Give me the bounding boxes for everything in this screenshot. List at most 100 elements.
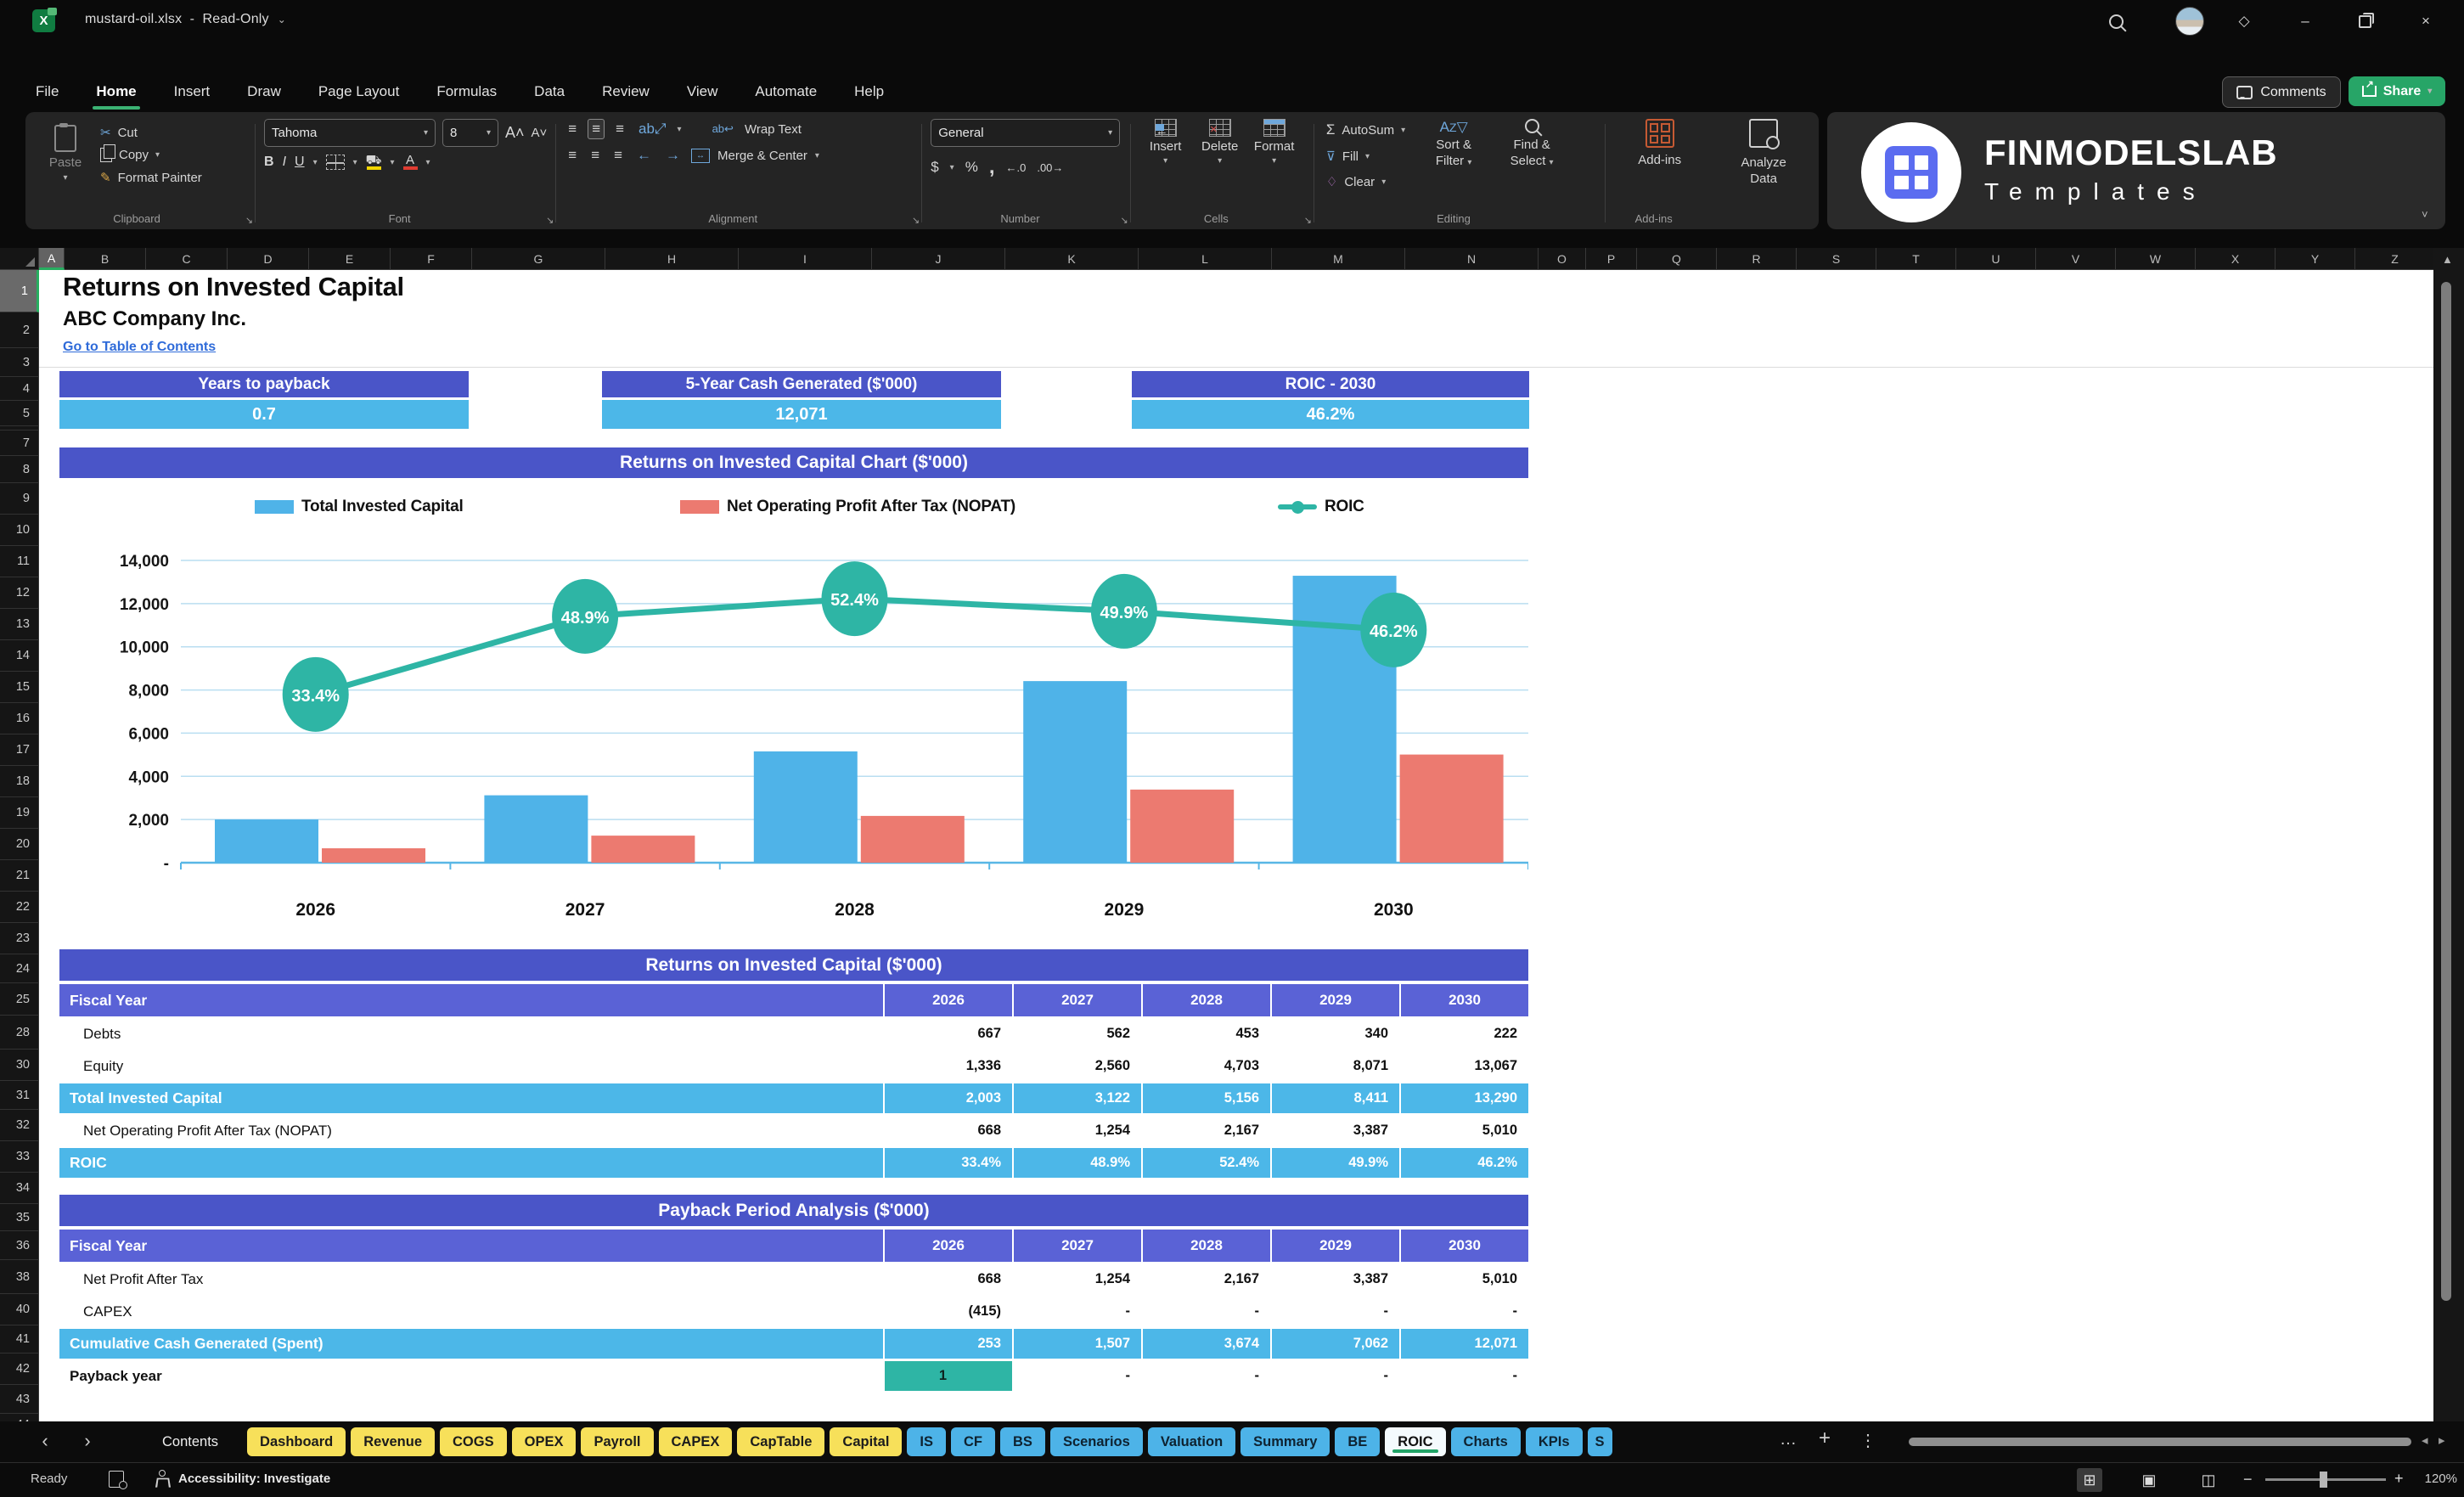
bold-button[interactable]: B [264,155,274,170]
minimize-button[interactable]: – [2292,10,2318,32]
horizontal-scrollbar-thumb[interactable] [1909,1438,2411,1446]
column-header-Q[interactable]: Q [1637,248,1717,270]
row-header-33[interactable]: 33 [0,1141,39,1173]
table-header-2030[interactable]: 2030 [1399,1230,1528,1262]
vertical-scrollbar-thumb[interactable] [2441,282,2451,1301]
grow-font-button[interactable]: A˄ [505,124,525,142]
kpi-label[interactable]: 5-Year Cash Generated ($'000) [602,371,1001,397]
sheet-tab-cogs[interactable]: COGS [440,1427,507,1456]
cell-2026[interactable]: 668 [883,1116,1012,1145]
menu-tab-formulas[interactable]: Formulas [435,80,498,104]
row-header-7[interactable]: 7 [0,431,39,456]
column-header-W[interactable]: W [2116,248,2196,270]
cell-2026[interactable]: 667 [883,1019,1012,1049]
row-header-4[interactable]: 4 [0,377,39,401]
menu-tab-home[interactable]: Home [93,80,140,110]
align-center-button[interactable]: ≡ [588,146,603,165]
column-header-E[interactable]: E [309,248,391,270]
cell-2027[interactable]: 48.9% [1012,1148,1141,1178]
vertical-scrollbar[interactable]: ▲ [2433,248,2464,1421]
fill-color-button[interactable]: ⛟ [366,154,382,170]
zoom-in-button[interactable]: + [2394,1470,2404,1488]
sheet-tab-dashboard[interactable]: Dashboard [247,1427,346,1456]
column-header-P[interactable]: P [1586,248,1637,270]
borders-icon[interactable] [325,155,345,170]
kpi-label[interactable]: ROIC - 2030 [1132,371,1529,397]
cell-2030[interactable]: 13,067 [1399,1051,1528,1081]
row-header-36[interactable]: 36 [0,1231,39,1260]
column-header-Z[interactable]: Z [2355,248,2435,270]
sheet-tab-roic[interactable]: ROIC [1385,1427,1446,1456]
scroll-left-icon[interactable]: ◂ [2422,1432,2428,1448]
merge-center-button[interactable]: Merge & Center [717,149,807,163]
cell-2028[interactable]: 52.4% [1141,1148,1270,1178]
row-header-14[interactable]: 14 [0,640,39,672]
sheet-tab-scenarios[interactable]: Scenarios [1049,1427,1143,1456]
cell-2027[interactable]: - [1012,1361,1141,1391]
row-header-41[interactable]: 41 [0,1325,39,1353]
row-header-17[interactable]: 17 [0,734,39,766]
row-header-10[interactable]: 10 [0,515,39,546]
row-header-32[interactable]: 32 [0,1110,39,1141]
roic-chart[interactable]: 14,000 12,000 10,000 8,000 6,000 4,000 2,000 - 2… [59,484,1529,934]
cell-2030[interactable]: 12,071 [1399,1329,1528,1359]
cell-2030[interactable]: 13,290 [1399,1083,1528,1113]
sheet-tab-cf[interactable]: CF [951,1427,996,1456]
column-header-R[interactable]: R [1717,248,1797,270]
row-header-42[interactable]: 42 [0,1353,39,1385]
accessibility-status[interactable]: Accessibility: Investigate [178,1472,330,1486]
sheet-tab-revenue[interactable]: Revenue [351,1427,436,1456]
cut-button[interactable]: ✂ Cut [97,122,205,143]
row-header-20[interactable]: 20 [0,829,39,860]
number-format-select[interactable]: General ▾ [931,119,1121,147]
cell-2027[interactable]: 1,254 [1012,1264,1141,1294]
row-header-22[interactable]: 22 [0,892,39,923]
table-header-2029[interactable]: 2029 [1270,1230,1399,1262]
sheet-tab-valuation[interactable]: Valuation [1147,1427,1236,1456]
column-header-K[interactable]: K [1005,248,1139,270]
table-header-2027[interactable]: 2027 [1012,1230,1141,1262]
copy-button[interactable]: Copy ▾ [97,144,205,165]
cell-2026[interactable]: 1,336 [883,1051,1012,1081]
row-header-24[interactable]: 24 [0,954,39,983]
row-header-34[interactable]: 34 [0,1173,39,1204]
zoom-level[interactable]: 120% [2416,1472,2457,1486]
cell-2029[interactable]: 3,387 [1270,1264,1399,1294]
cells-dialog-launcher[interactable]: ↘ [1304,215,1312,226]
menu-tab-insert[interactable]: Insert [172,80,212,104]
sheet-tab-capex[interactable]: CAPEX [658,1427,733,1456]
column-header-X[interactable]: X [2196,248,2276,270]
row-label[interactable]: Payback year [59,1361,883,1391]
table-header-2026[interactable]: 2026 [883,1230,1012,1262]
cell-2029[interactable]: 3,387 [1270,1116,1399,1145]
font-dialog-launcher[interactable]: ↘ [546,215,554,226]
insert-cells-button[interactable]: ← Insert ▾ [1139,119,1192,166]
align-top-button[interactable]: ≡ [565,120,580,138]
cell-2030[interactable]: - [1399,1361,1528,1391]
cell-2028[interactable]: - [1141,1361,1270,1391]
row-label[interactable]: Cumulative Cash Generated (Spent) [59,1329,883,1359]
paste-button[interactable]: Paste ▾ [39,119,92,188]
cell-2028[interactable]: 3,674 [1141,1329,1270,1359]
row-label[interactable]: Debts [59,1019,883,1049]
kpi-value[interactable]: 12,071 [602,400,1001,429]
italic-button[interactable]: I [283,155,286,170]
cell-2029[interactable]: 8,411 [1270,1083,1399,1113]
row-header-19[interactable]: 19 [0,797,39,829]
row-label[interactable]: Equity [59,1051,883,1081]
sheet-tab-is[interactable]: IS [907,1427,947,1456]
analyze-data-icon[interactable] [1749,119,1780,149]
column-header-H[interactable]: H [605,248,739,270]
column-header-J[interactable]: J [872,248,1005,270]
sheet-tab-contents[interactable]: Contents [149,1427,242,1456]
sheet-tab-charts[interactable]: Charts [1450,1427,1521,1456]
page-layout-view-button[interactable]: ▣ [2136,1468,2162,1492]
cell-2029[interactable]: 7,062 [1270,1329,1399,1359]
prev-sheet-icon[interactable]: ‹ [34,1430,56,1452]
zoom-slider-thumb[interactable] [2320,1472,2327,1488]
cell-2030[interactable]: - [1399,1297,1528,1326]
kpi-value[interactable]: 0.7 [59,400,469,429]
increase-decimal-button[interactable]: ←.0 [1006,161,1027,174]
align-bottom-button[interactable]: ≡ [612,120,627,138]
decrease-indent-button[interactable]: ← [633,146,655,165]
